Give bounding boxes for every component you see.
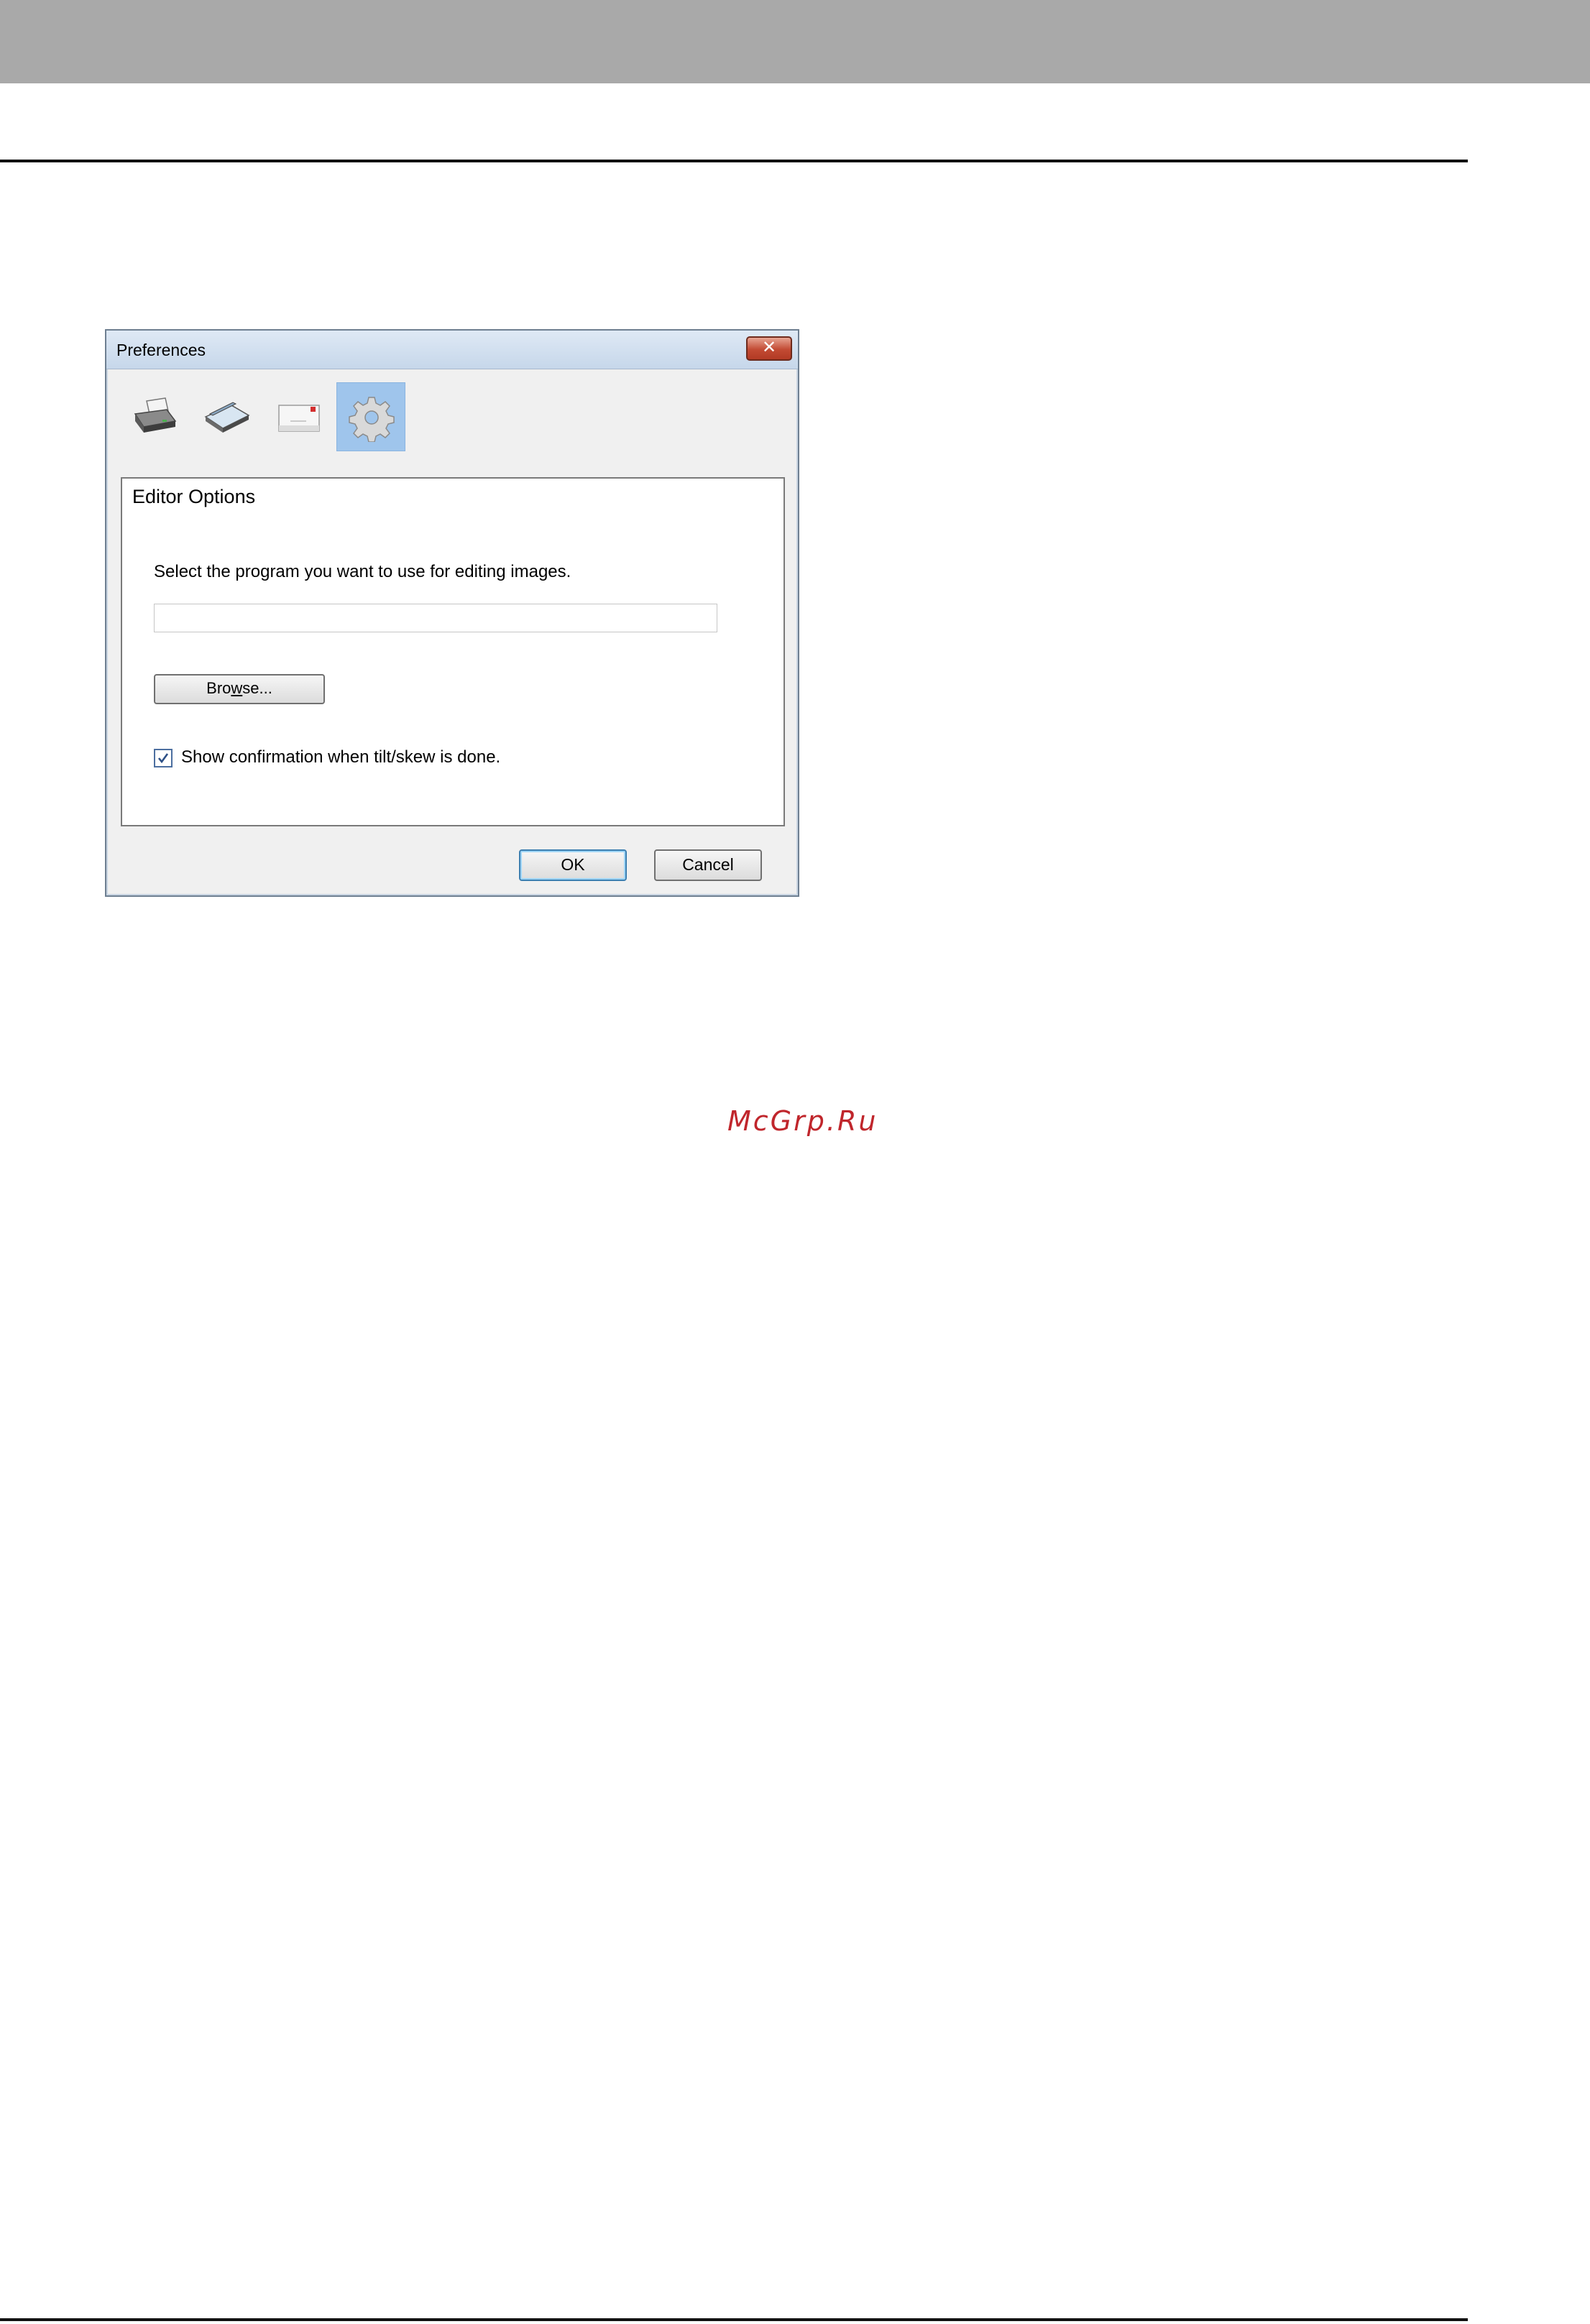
header-band	[0, 0, 1590, 83]
tab-scan[interactable]	[193, 382, 262, 451]
confirmation-label: Show confirmation when tilt/skew is done…	[181, 747, 501, 767]
title-bar[interactable]: Preferences ✕	[106, 331, 798, 369]
preferences-toolbar	[121, 382, 552, 454]
browse-label-end: se...	[242, 679, 272, 697]
cancel-button[interactable]: Cancel	[654, 849, 762, 881]
tab-print[interactable]	[121, 382, 190, 451]
envelope-icon	[278, 405, 320, 432]
checkmark-icon	[157, 753, 169, 764]
confirmation-checkbox[interactable]	[154, 749, 173, 767]
tab-options[interactable]	[336, 382, 405, 451]
tab-email[interactable]	[265, 382, 334, 451]
editor-hint-text: Select the program you want to use for e…	[154, 562, 571, 581]
printer-icon	[134, 397, 177, 433]
watermark: McGrp.Ru	[727, 1105, 878, 1137]
bottom-rule	[0, 2318, 1468, 2321]
scanner-icon	[204, 402, 250, 433]
browse-label-mnemonic: w	[231, 679, 243, 697]
close-icon: ✕	[761, 338, 777, 357]
editor-path-input[interactable]	[154, 604, 717, 632]
gear-icon	[349, 397, 395, 442]
group-title: Editor Options	[132, 486, 256, 507]
close-button[interactable]: ✕	[746, 336, 792, 361]
browse-button[interactable]: Browse...	[154, 674, 325, 704]
browse-label-start: Bro	[206, 679, 231, 697]
editor-options-group: Editor Options Select the program you wa…	[121, 477, 785, 826]
ok-button[interactable]: OK	[519, 849, 627, 881]
preferences-dialog: Preferences ✕ Editor Options Select the …	[105, 329, 799, 897]
dialog-title: Preferences	[116, 341, 206, 359]
top-rule	[0, 160, 1468, 162]
